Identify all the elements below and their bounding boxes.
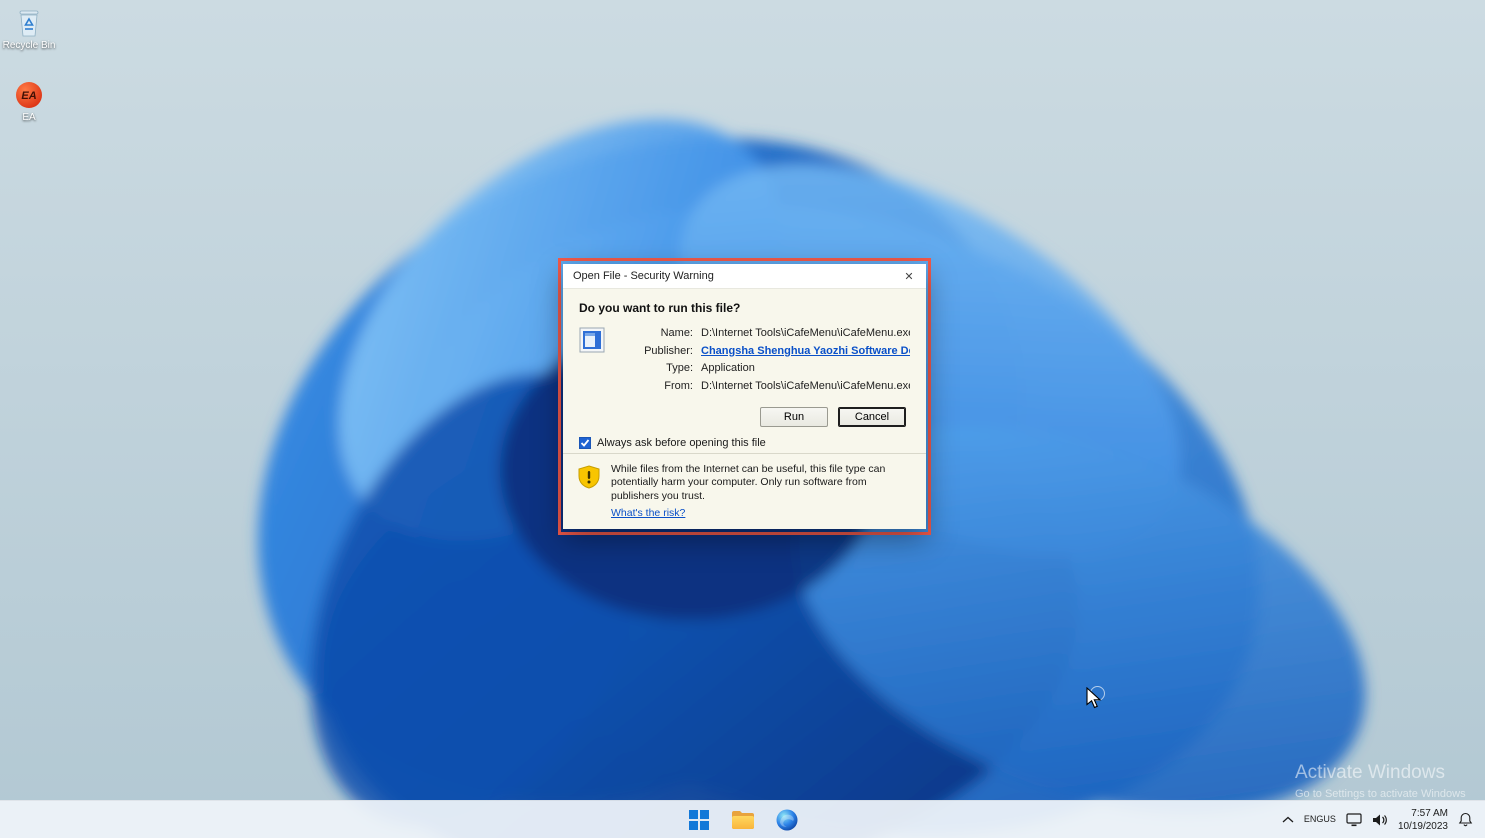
volume-icon[interactable]	[1372, 813, 1388, 827]
whats-the-risk-link[interactable]: What's the risk?	[611, 507, 685, 521]
close-icon[interactable]: ✕	[900, 267, 918, 285]
field-label: Name:	[615, 325, 693, 343]
field-value: D:\Internet Tools\iCafeMenu\iCafeMenu.ex…	[701, 325, 910, 343]
desktop-icon-label: Recycle Bin	[3, 40, 56, 51]
language-line2: US	[1323, 814, 1336, 824]
field-value: D:\Internet Tools\iCafeMenu\iCafeMenu.ex…	[701, 378, 910, 396]
dialog-body: Do you want to run this file? Name:	[563, 289, 926, 453]
field-publisher: Publisher: Changsha Shenghua Yaozhi Soft…	[615, 343, 910, 361]
field-value: Application	[701, 360, 910, 378]
field-label: From:	[615, 378, 693, 396]
desktop: Recycle Bin EA EA Open File - Security W…	[0, 0, 1485, 838]
warning-shield-icon	[577, 465, 601, 489]
clock-date: 10/19/2023	[1398, 820, 1448, 833]
start-button[interactable]	[684, 805, 714, 835]
language-line1: ENG	[1304, 814, 1324, 824]
dialog-buttons: Run Cancel	[579, 407, 910, 427]
recycle-bin-icon	[15, 8, 43, 38]
notification-bell-icon[interactable]	[1458, 812, 1473, 827]
dialog-titlebar[interactable]: Open File - Security Warning ✕	[563, 264, 926, 289]
field-from: From: D:\Internet Tools\iCafeMenu\iCafeM…	[615, 378, 910, 396]
warning-section: While files from the Internet can be use…	[563, 453, 926, 529]
publisher-link[interactable]: Changsha Shenghua Yaozhi Software Develo…	[701, 343, 910, 361]
checkbox-label: Always ask before opening this file	[597, 437, 766, 449]
field-label: Publisher:	[615, 343, 693, 361]
always-ask-checkbox-row[interactable]: Always ask before opening this file	[579, 437, 910, 449]
network-icon[interactable]	[1346, 813, 1362, 827]
desktop-icon-ea[interactable]: EA EA	[0, 80, 58, 123]
cancel-button[interactable]: Cancel	[838, 407, 906, 427]
edge-browser-icon[interactable]	[772, 805, 802, 835]
field-label: Type:	[615, 360, 693, 378]
application-icon	[579, 327, 605, 353]
ea-app-icon: EA	[15, 80, 43, 110]
tray-chevron-icon[interactable]	[1282, 816, 1294, 824]
annotation-highlight-box: Open File - Security Warning ✕ Do you wa…	[558, 258, 931, 535]
warning-text-block: While files from the Internet can be use…	[611, 463, 911, 521]
desktop-icon-recycle-bin[interactable]: Recycle Bin	[0, 8, 58, 51]
system-tray: ENG US 7:57 AM 10/19/2023	[1270, 801, 1485, 838]
file-explorer-icon[interactable]	[728, 805, 758, 835]
warning-text: While files from the Internet can be use…	[611, 463, 885, 503]
dialog-question: Do you want to run this file?	[579, 301, 910, 315]
language-indicator[interactable]: ENG US	[1304, 814, 1336, 824]
clock-time: 7:57 AM	[1411, 807, 1448, 820]
clock[interactable]: 7:57 AM 10/19/2023	[1398, 807, 1448, 833]
open-file-security-warning-dialog: Open File - Security Warning ✕ Do you wa…	[563, 264, 926, 529]
svg-text:EA: EA	[21, 90, 36, 102]
run-button[interactable]: Run	[760, 407, 828, 427]
taskbar: ENG US 7:57 AM 10/19/2023	[0, 800, 1485, 838]
file-fields: Name: D:\Internet Tools\iCafeMenu\iCafeM…	[615, 325, 910, 395]
field-name: Name: D:\Internet Tools\iCafeMenu\iCafeM…	[615, 325, 910, 343]
dialog-title: Open File - Security Warning	[573, 270, 900, 282]
checkbox-checked-icon[interactable]	[579, 437, 591, 449]
desktop-icon-label: EA	[22, 112, 35, 123]
taskbar-center	[0, 801, 1485, 838]
field-type: Type: Application	[615, 360, 910, 378]
file-info: Name: D:\Internet Tools\iCafeMenu\iCafeM…	[579, 325, 910, 395]
